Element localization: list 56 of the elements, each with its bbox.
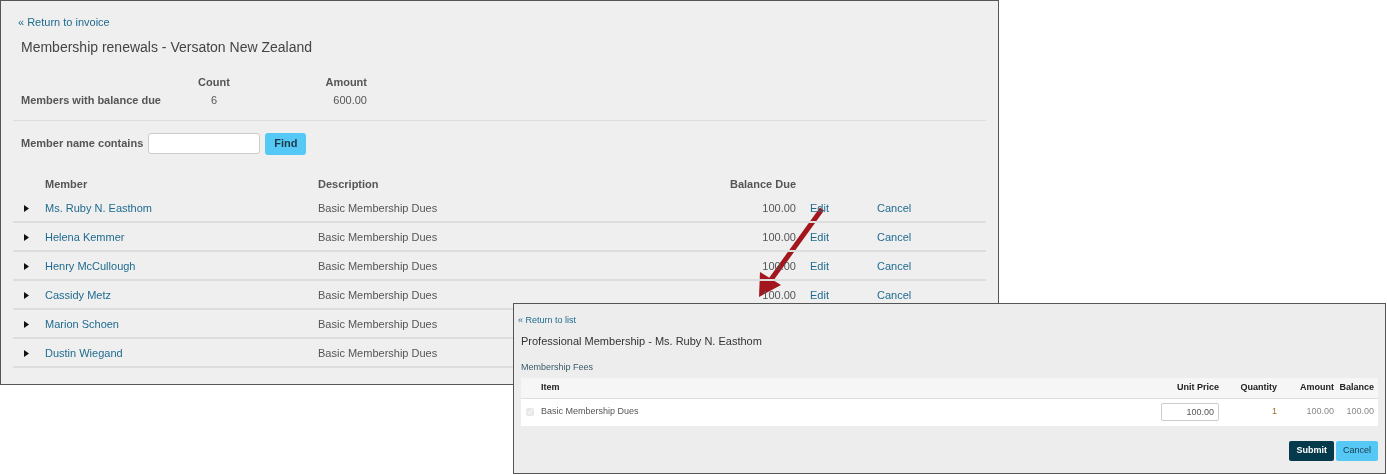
description-cell: Basic Membership Dues bbox=[318, 202, 438, 215]
column-header: Member bbox=[45, 177, 89, 193]
balance-cell-text: 100.00 bbox=[761, 201, 796, 217]
edit-link[interactable]: Edit bbox=[810, 289, 829, 302]
amount-cell-text: 100.00 bbox=[1305, 405, 1334, 419]
member-link[interactable]: Henry McCullough bbox=[45, 260, 136, 273]
member-name-field[interactable] bbox=[148, 132, 261, 154]
summary-label: Members with balance due bbox=[21, 93, 162, 109]
member-link[interactable]: Ms. Ruby N. Easthom bbox=[45, 202, 152, 215]
cancel-link[interactable]: Cancel bbox=[877, 260, 912, 273]
description-cell: Basic Membership Dues bbox=[318, 347, 438, 360]
member-link[interactable]: Helena Kemmer bbox=[45, 231, 125, 244]
submit-button[interactable]: Submit bbox=[1289, 440, 1334, 461]
cancel-link[interactable]: Cancel bbox=[877, 231, 912, 244]
summary-header: Amount bbox=[325, 74, 367, 90]
expand-triangle-icon[interactable] bbox=[23, 292, 30, 299]
balance-cell-text: 100.00 bbox=[761, 288, 796, 304]
cancel-link[interactable]: Cancel bbox=[877, 289, 912, 302]
summary-count: 6 bbox=[209, 93, 219, 109]
cancel-button[interactable]: Cancel bbox=[1336, 440, 1378, 461]
edit-link[interactable]: Edit bbox=[810, 260, 829, 273]
expand-triangle-icon[interactable] bbox=[23, 350, 30, 357]
column-header: Balance bbox=[1338, 380, 1375, 394]
filter-label: Member name contains bbox=[21, 135, 144, 151]
return-link[interactable]: « Return to list bbox=[518, 315, 577, 325]
page-title: Membership renewals - Versaton New Zealand bbox=[21, 38, 313, 55]
column-header: Unit Price bbox=[1176, 380, 1219, 394]
detail-title: Professional Membership - Ms. Ruby N. Easthom bbox=[521, 334, 762, 347]
find-button[interactable]: Find bbox=[265, 132, 307, 155]
edit-link[interactable]: Edit bbox=[810, 231, 829, 244]
member-link[interactable]: Dustin Wiegand bbox=[45, 347, 123, 360]
balance-cell-text: 100.00 bbox=[761, 230, 796, 246]
section-title: Membership Fees bbox=[521, 362, 594, 372]
summary-header: Count bbox=[198, 74, 230, 90]
description-cell: Basic Membership Dues bbox=[318, 260, 438, 273]
member-link[interactable]: Cassidy Metz bbox=[45, 289, 112, 302]
description-cell: Basic Membership Dues bbox=[318, 318, 438, 331]
edit-link[interactable]: Edit bbox=[810, 202, 829, 215]
cancel-link[interactable]: Cancel bbox=[877, 202, 912, 215]
expand-triangle-icon[interactable] bbox=[23, 205, 30, 212]
column-header: Description bbox=[318, 177, 380, 193]
column-header: Balance Due bbox=[728, 177, 796, 193]
description-cell: Basic Membership Dues bbox=[318, 231, 438, 244]
quantity-cell-text: 1 bbox=[1271, 405, 1277, 419]
expand-triangle-icon[interactable] bbox=[23, 263, 30, 270]
member-link[interactable]: Marion Schoen bbox=[45, 318, 119, 331]
expand-triangle-icon[interactable] bbox=[23, 234, 30, 241]
column-header: Quantity bbox=[1239, 380, 1277, 394]
balance-cell-text: 100.00 bbox=[1345, 405, 1375, 419]
expand-triangle-icon[interactable] bbox=[23, 321, 30, 328]
item-cell-text: Basic Membership Dues bbox=[541, 405, 640, 419]
column-header: Amount bbox=[1299, 380, 1334, 394]
return-link[interactable]: « Return to invoice bbox=[18, 16, 110, 28]
summary-amount: 600.00 bbox=[332, 93, 367, 109]
column-header: Item bbox=[541, 380, 561, 394]
description-cell: Basic Membership Dues bbox=[318, 289, 438, 302]
